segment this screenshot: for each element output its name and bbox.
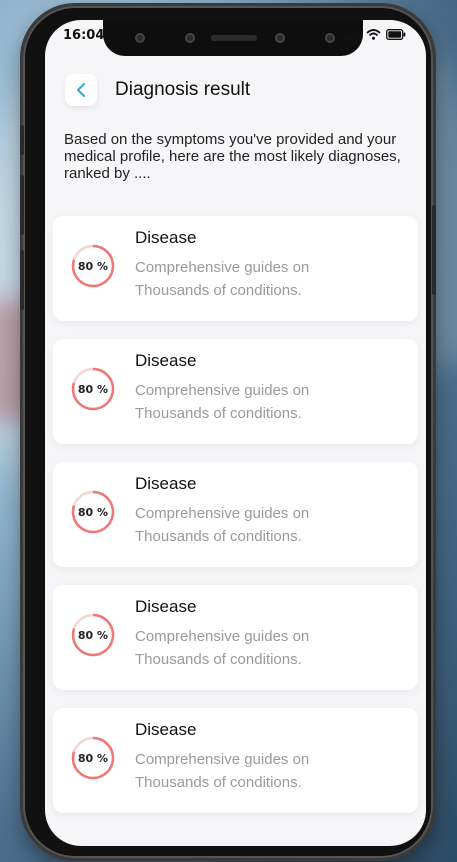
diagnosis-percent: 80 % xyxy=(77,382,109,396)
diagnosis-list: 80 % Disease Comprehensive guides on Tho… xyxy=(53,216,418,831)
diagnosis-description: Comprehensive guides on Thousands of con… xyxy=(135,259,310,299)
signal-icon xyxy=(347,29,361,40)
diagnosis-percent: 80 % xyxy=(77,505,109,519)
battery-icon xyxy=(386,29,406,40)
chevron-left-icon xyxy=(77,83,85,97)
diagnosis-title: Disease xyxy=(135,474,197,493)
page-title: Diagnosis result xyxy=(115,79,251,100)
diagnosis-title: Disease xyxy=(135,597,197,616)
diagnosis-title: Disease xyxy=(135,228,197,247)
back-button[interactable] xyxy=(65,74,97,106)
phone-side-button xyxy=(20,125,24,155)
diagnosis-description: Comprehensive guides on Thousands of con… xyxy=(135,505,310,545)
diagnosis-card[interactable]: 80 % Disease Comprehensive guides on Tho… xyxy=(53,339,418,444)
diagnosis-percent: 80 % xyxy=(77,751,109,765)
diagnosis-percent: 80 % xyxy=(77,259,109,273)
intro-text: Based on the symptoms you've provided an… xyxy=(64,131,401,182)
notch xyxy=(103,20,363,56)
phone-side-button xyxy=(20,175,24,235)
diagnosis-title: Disease xyxy=(135,351,197,370)
phone-power-button xyxy=(432,205,436,295)
diagnosis-description: Comprehensive guides on Thousands of con… xyxy=(135,628,310,668)
diagnosis-card[interactable]: 80 % Disease Comprehensive guides on Tho… xyxy=(53,216,418,321)
wifi-icon xyxy=(366,29,381,40)
diagnosis-card[interactable]: 80 % Disease Comprehensive guides on Tho… xyxy=(53,708,418,813)
status-time: 16:04 xyxy=(63,28,105,43)
diagnosis-card[interactable]: 80 % Disease Comprehensive guides on Tho… xyxy=(53,462,418,567)
sensor-icon xyxy=(325,33,335,43)
camera-icon xyxy=(185,33,195,43)
diagnosis-description: Comprehensive guides on Thousands of con… xyxy=(135,382,310,422)
diagnosis-description: Comprehensive guides on Thousands of con… xyxy=(135,751,310,791)
phone-screen: 16:04 Diagnosis result Based on the symp… xyxy=(45,20,426,846)
speaker-grille xyxy=(211,35,257,41)
diagnosis-title: Disease xyxy=(135,720,197,739)
sensor-icon xyxy=(275,33,285,43)
status-icons xyxy=(347,29,406,40)
header: Diagnosis result xyxy=(65,74,250,106)
diagnosis-percent: 80 % xyxy=(77,628,109,642)
diagnosis-card[interactable]: 80 % Disease Comprehensive guides on Tho… xyxy=(53,585,418,690)
phone-side-button xyxy=(20,250,24,310)
camera-icon xyxy=(135,33,145,43)
